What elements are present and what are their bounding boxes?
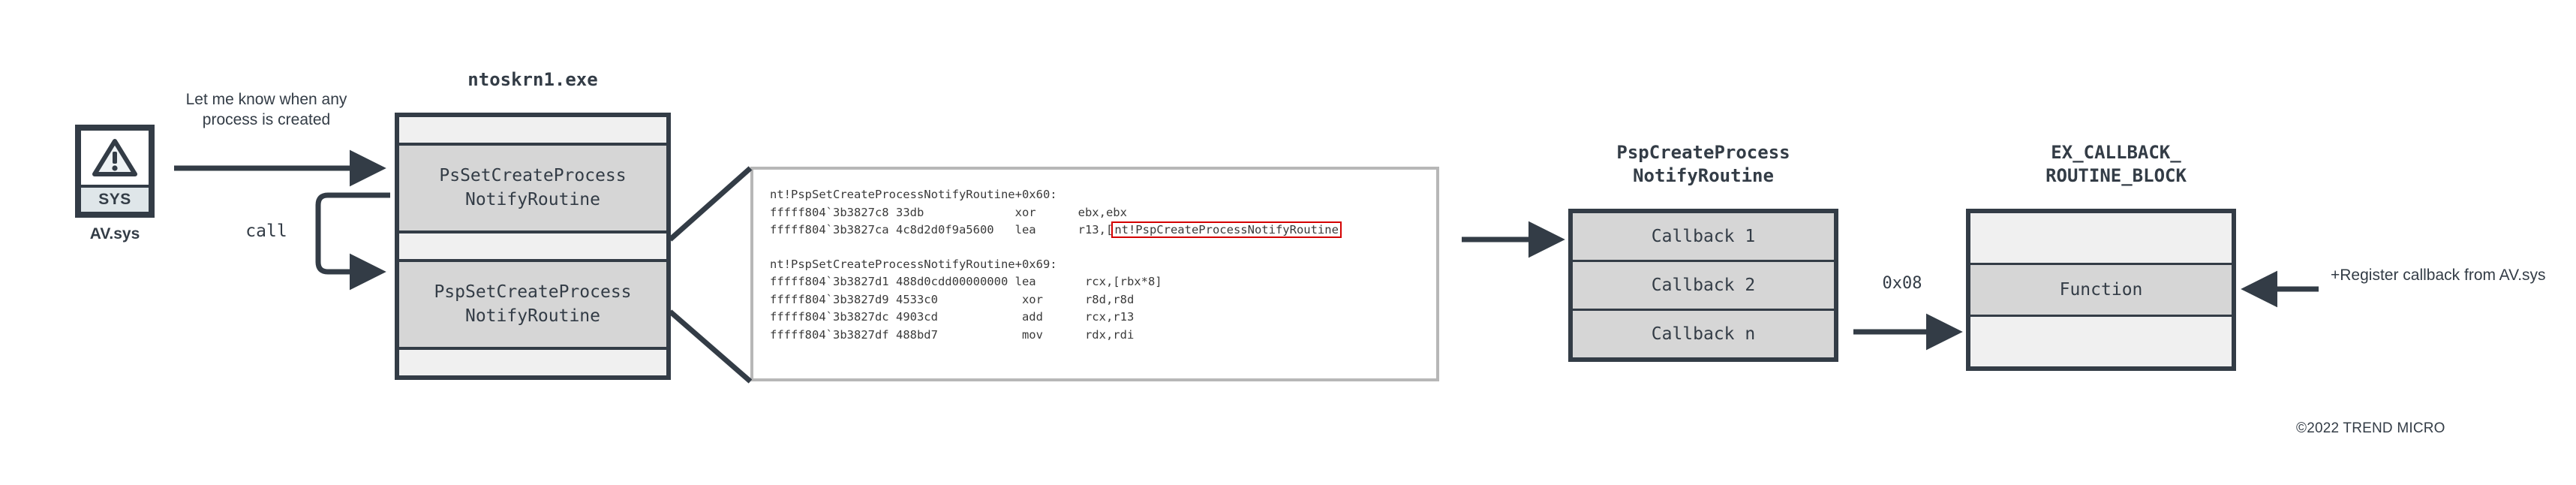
disasm-address: fffff804`3b3827ca [770,223,889,237]
disasm-gap [938,293,1022,306]
register-callback-annotation: +Register callback from AV.sys [2331,267,2546,284]
disasm-line: fffff804`3b3827d1 488d0cdd00000000 lea r… [770,273,1436,291]
disasm-address: fffff804`3b3827df [770,327,889,342]
av-sys-label: AV.sys [89,225,140,242]
copyright-notice: ©2022 TREND MICRO [2296,420,2445,436]
disasm-bytes: 4903cd [895,310,938,324]
disasm-gap [1036,206,1078,219]
disasm-gap [994,223,1015,236]
disasm-mnemonic: xor [1014,205,1036,219]
ntoskrnl-row-pssetcreateprocessnotifyroutine: PsSetCreateProcess NotifyRoutine [399,143,666,233]
disasm-bytes: 488d0cdd00000000 [895,275,1008,289]
callout-lines-disassembly [668,166,753,384]
disasm-bytes: 488bd7 [895,327,938,342]
callback-row-n: Callback n [1651,324,1756,344]
ntoskrnl-module-box: PsSetCreateProcess NotifyRoutine PspSetC… [395,113,671,380]
disasm-gap [924,206,1014,219]
ex-callback-block-title: EX_CALLBACK_ ROUTINE_BLOCK [2045,142,2187,187]
disasm-address: fffff804`3b3827d1 [770,275,889,289]
disasm-address: fffff804`3b3827c8 [770,205,889,219]
ntoskrnl-spacer-bottom [399,350,666,375]
disasm-bytes: 4c8d2d0f9a5600 [895,223,994,237]
disasm-mnemonic: mov [1021,327,1043,342]
disasm-line: fffff804`3b3827dc 4903cd add rcx,r13 [770,309,1436,327]
disasm-operands: rcx,[rbx*8] [1084,275,1162,289]
ntoskrnl-row-pspsetcreateprocessnotifyroutine: PspSetCreateProcess NotifyRoutine [399,259,666,350]
disasm-line: fffff804`3b3827c8 33db xor ebx,ebx [770,204,1436,222]
disasm-operands: r8d,r8d [1084,292,1135,306]
ex-callback-row-empty-top [1970,213,2232,263]
disasm-mnemonic: lea [1014,223,1036,237]
ntoskrnl-spacer-mid [399,233,666,259]
sys-badge: SYS [81,185,149,212]
ntoskrnl-title: ntoskrn1.exe [467,69,598,90]
disasm-gap [1043,310,1085,324]
call-label: call [245,221,287,241]
disasm-operands: rcx,r13 [1084,310,1135,324]
disasm-line: fffff804`3b3827d9 4533c0 xor r8d,r8d [770,291,1436,309]
disassembly-panel: nt!PspSetCreateProcessNotifyRoutine+0x60… [750,167,1439,381]
disasm-address: fffff804`3b3827d9 [770,292,889,306]
disasm-mnemonic: xor [1021,292,1043,306]
disasm-operands: rdx,rdi [1084,327,1135,342]
disasm-block-2-header: nt!PspSetCreateProcessNotifyRoutine+0x69… [770,257,1057,271]
warning-triangle-icon [81,131,149,185]
ex-callback-row-empty-bottom [1970,317,2232,366]
request-annotation: Let me know when any process is created [185,91,347,128]
disasm-address: fffff804`3b3827dc [770,310,889,324]
disasm-bytes: 33db [895,205,924,219]
disasm-gap [1043,293,1085,306]
disasm-mnemonic: add [1021,310,1043,324]
disasm-gap [938,310,1022,324]
disasm-gap [1043,328,1085,342]
disasm-gap [1036,275,1085,288]
callback-table-box: Callback 1 Callback 2 Callback n [1568,209,1838,362]
callback-row-2: Callback 2 [1573,262,1834,311]
ex-callback-row-function: Function [1970,263,2232,317]
disasm-line: fffff804`3b3827ca 4c8d2d0f9a5600 lea r13… [770,221,1436,239]
av-sys-driver-icon: SYS [75,125,155,218]
callback-table-title: PspCreateProcess NotifyRoutine [1616,142,1790,187]
disasm-block-1-header: nt!PspSetCreateProcessNotifyRoutine+0x60… [770,188,1057,201]
callback-row-1: Callback 1 [1573,213,1834,262]
highlighted-symbol: nt!PspCreateProcessNotifyRoutine [1111,221,1342,239]
ntoskrnl-spacer-top [399,117,666,143]
disasm-gap [938,328,1022,342]
diagram-canvas: SYS AV.sys Let me know when any process … [0,0,2576,485]
disasm-bytes: 4533c0 [895,292,938,306]
disasm-line: fffff804`3b3827df 488bd7 mov rdx,rdi [770,327,1436,345]
connector-call-bracket [315,192,390,291]
disasm-gap [1036,223,1078,236]
ex-callback-block-box: Function [1966,209,2236,371]
disasm-operands: ebx,ebx [1078,205,1127,219]
disasm-block-separator [770,239,1436,256]
disasm-operands: r13,[ [1078,223,1114,237]
disasm-mnemonic: lea [1014,275,1036,289]
offset-label: 0x08 [1882,274,1922,293]
